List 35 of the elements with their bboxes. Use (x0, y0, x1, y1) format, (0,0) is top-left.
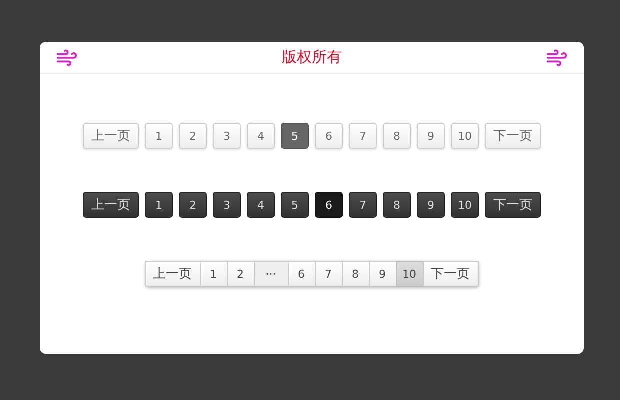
page-button[interactable]: 9 (417, 192, 445, 218)
next-page-button[interactable]: 下一页 (422, 261, 478, 287)
page-button[interactable]: 8 (342, 261, 370, 287)
next-page-button[interactable]: 下一页 (485, 192, 541, 218)
page-button[interactable]: 6 (288, 261, 316, 287)
page-button[interactable]: 4 (247, 123, 275, 149)
prev-page-button[interactable]: 上一页 (83, 123, 139, 149)
page-button[interactable]: 1 (145, 123, 173, 149)
page-button[interactable]: 9 (368, 261, 396, 287)
page-title: 版权所有 (282, 48, 342, 67)
page-button[interactable]: 2 (179, 123, 207, 149)
page-button[interactable]: 7 (314, 261, 342, 287)
prev-page-button[interactable]: 上一页 (144, 261, 200, 287)
page-button[interactable]: 10 (396, 261, 424, 287)
ellipsis-gap: ··· (254, 261, 288, 287)
page-button[interactable]: 2 (226, 261, 254, 287)
page-button[interactable]: 3 (213, 192, 241, 218)
next-page-button[interactable]: 下一页 (485, 123, 541, 149)
page-button[interactable]: 9 (417, 123, 445, 149)
page-button[interactable]: 8 (383, 192, 411, 218)
page-button[interactable]: 8 (383, 123, 411, 149)
page-button[interactable]: 7 (349, 192, 377, 218)
page-button[interactable]: 10 (451, 192, 479, 218)
page-button[interactable]: 10 (451, 123, 479, 149)
page-button[interactable]: 7 (349, 123, 377, 149)
page-button[interactable]: 6 (315, 192, 343, 218)
page-button[interactable]: 1 (145, 192, 173, 218)
page-button[interactable]: 1 (200, 261, 228, 287)
page-button[interactable]: 5 (281, 123, 309, 149)
page-button[interactable]: 6 (315, 123, 343, 149)
page-button[interactable]: 4 (247, 192, 275, 218)
page-button[interactable]: 5 (281, 192, 309, 218)
page-button[interactable]: 2 (179, 192, 207, 218)
page-button[interactable]: 3 (213, 123, 241, 149)
prev-page-button[interactable]: 上一页 (83, 192, 139, 218)
